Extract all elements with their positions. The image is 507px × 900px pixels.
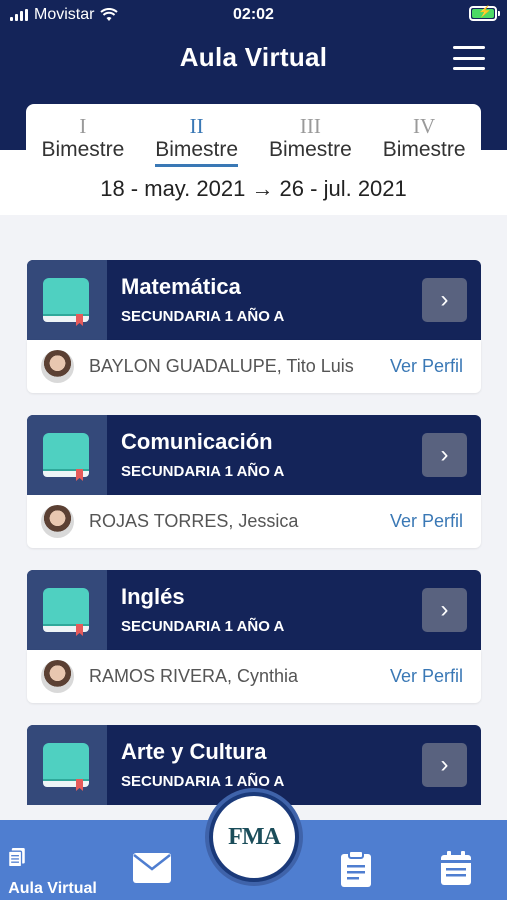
tab-numeral: IV: [413, 114, 436, 138]
nav-messages[interactable]: [112, 820, 192, 900]
course-header[interactable]: Inglés SECUNDARIA 1 AÑO A ›: [27, 570, 481, 650]
chevron-right-icon[interactable]: ›: [422, 433, 467, 477]
calendar-icon: [441, 851, 471, 885]
avatar: [41, 660, 74, 693]
avatar: [41, 505, 74, 538]
teacher-name: RAMOS RIVERA, Cynthia: [89, 666, 299, 686]
nav-label: Aula Virtual: [8, 880, 97, 897]
avatar: [41, 350, 74, 383]
tab-bimestre-4[interactable]: IV Bimestre: [367, 104, 481, 166]
course-name: Inglés: [121, 584, 185, 609]
nav-aula-virtual[interactable]: Aula Virtual: [0, 820, 105, 900]
envelope-icon: [133, 853, 171, 883]
school-logo-button[interactable]: FMA: [205, 788, 303, 886]
nav-tasks[interactable]: [316, 820, 396, 900]
hamburger-menu-button[interactable]: [453, 46, 485, 70]
tab-bimestre-1[interactable]: I Bimestre: [26, 104, 140, 166]
chevron-right-icon[interactable]: ›: [422, 743, 467, 787]
tab-label: Bimestre: [268, 138, 352, 161]
tab-label: Bimestre: [155, 138, 239, 167]
teacher-row: ROJAS TORRES, Jessica Ver Perfil: [27, 495, 481, 548]
tab-numeral: I: [79, 114, 87, 138]
course-header[interactable]: Matemática SECUNDARIA 1 AÑO A ›: [27, 260, 481, 340]
tab-numeral: III: [299, 114, 321, 138]
document-list-icon: [7, 847, 25, 868]
course-level: SECUNDARIA 1 AÑO A: [121, 308, 285, 325]
view-profile-link[interactable]: Ver Perfil: [390, 356, 463, 377]
course-level: SECUNDARIA 1 AÑO A: [121, 618, 285, 635]
course-name: Arte y Cultura: [121, 739, 267, 764]
fma-logo-icon: FMA: [213, 796, 295, 878]
chevron-right-icon[interactable]: ›: [422, 278, 467, 322]
view-profile-link[interactable]: Ver Perfil: [390, 511, 463, 532]
course-level: SECUNDARIA 1 AÑO A: [121, 463, 285, 480]
course-card: Matemática SECUNDARIA 1 AÑO A › BAYLON G…: [27, 260, 481, 393]
teacher-row: BAYLON GUADALUPE, Tito Luis Ver Perfil: [27, 340, 481, 393]
course-name: Comunicación: [121, 429, 273, 454]
battery-icon: [469, 5, 500, 21]
tab-label: Bimestre: [41, 138, 125, 161]
teacher-name: BAYLON GUADALUPE, Tito Luis: [89, 356, 354, 376]
nav-calendar[interactable]: [416, 820, 496, 900]
bimestre-tabs: I Bimestre II Bimestre III Bimestre IV B…: [26, 104, 481, 167]
tab-numeral: II: [189, 114, 204, 138]
course-header[interactable]: Comunicación SECUNDARIA 1 AÑO A ›: [27, 415, 481, 495]
course-card: Comunicación SECUNDARIA 1 AÑO A › ROJAS …: [27, 415, 481, 548]
teacher-name: ROJAS TORRES, Jessica: [89, 511, 299, 531]
teacher-row: RAMOS RIVERA, Cynthia Ver Perfil: [27, 650, 481, 703]
status-bar: Movistar 02:02: [0, 0, 507, 30]
book-icon: [27, 570, 107, 650]
course-name: Matemática: [121, 274, 241, 299]
view-profile-link[interactable]: Ver Perfil: [390, 666, 463, 687]
date-range: 18 - may. 2021 → 26 - jul. 2021: [100, 176, 407, 201]
status-time: 02:02: [233, 6, 274, 23]
chevron-right-icon[interactable]: ›: [422, 588, 467, 632]
book-icon: [27, 415, 107, 495]
course-list: Matemática SECUNDARIA 1 AÑO A › BAYLON G…: [27, 260, 481, 827]
tab-label: Bimestre: [382, 138, 466, 161]
tab-bimestre-2[interactable]: II Bimestre: [140, 104, 254, 167]
clipboard-icon: [341, 850, 371, 887]
tab-bimestre-3[interactable]: III Bimestre: [254, 104, 368, 166]
course-card: Inglés SECUNDARIA 1 AÑO A › RAMOS RIVERA…: [27, 570, 481, 703]
book-icon: [27, 725, 107, 805]
page-title: Aula Virtual: [179, 42, 328, 72]
book-icon: [27, 260, 107, 340]
